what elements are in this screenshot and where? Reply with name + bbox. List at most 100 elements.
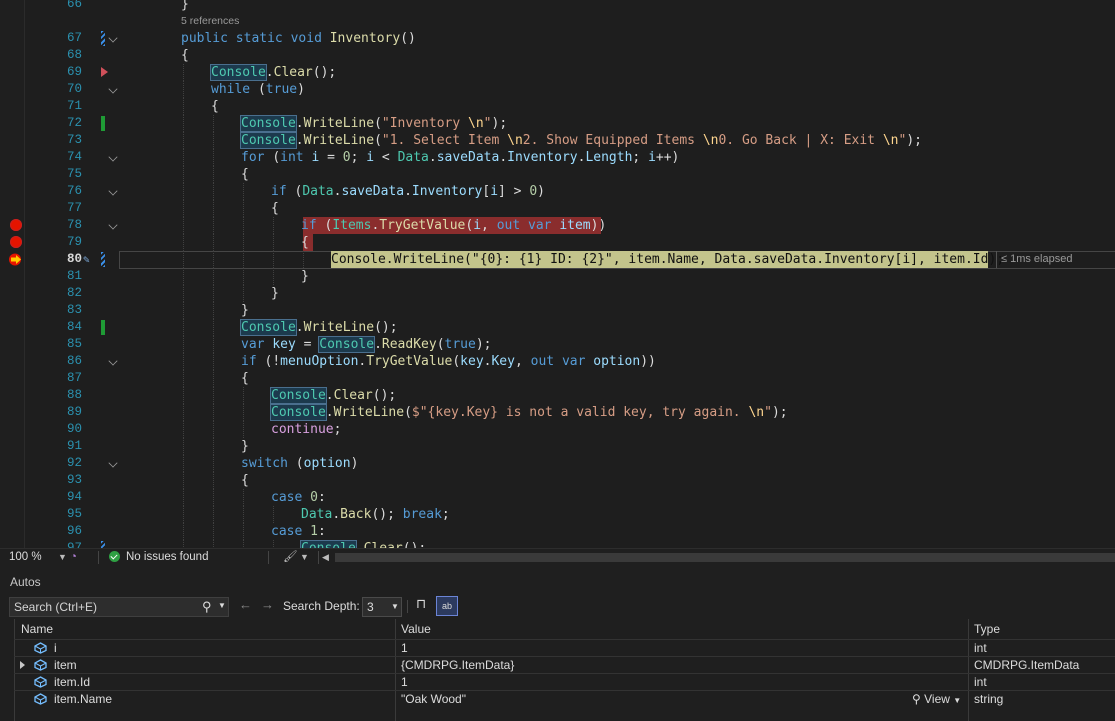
code-text[interactable]: { xyxy=(301,234,309,251)
pin-icon[interactable]: ⊓ xyxy=(416,596,426,612)
code-line[interactable]: 81} xyxy=(0,268,1115,285)
column-header-value[interactable]: Value xyxy=(401,619,431,639)
fold-chevron-icon[interactable] xyxy=(108,84,118,94)
code-editor[interactable]: 66} 5 references 67 public static void Inve… xyxy=(0,0,1115,548)
code-line[interactable]: 79 { xyxy=(0,234,1115,251)
code-text[interactable]: continue; xyxy=(271,421,341,438)
code-text[interactable]: } xyxy=(241,302,249,319)
issues-status[interactable]: No issues found xyxy=(126,549,208,565)
autos-cell-value[interactable]: "Oak Wood" xyxy=(401,691,466,708)
code-text[interactable]: Console.Clear(); xyxy=(210,64,336,81)
code-line[interactable]: 66} xyxy=(0,0,1115,13)
code-line[interactable]: 91} xyxy=(0,438,1115,455)
code-line[interactable]: 76 if (Data.saveData.Inventory[i] > 0) xyxy=(0,183,1115,200)
code-line[interactable]: 84 Console.WriteLine(); xyxy=(0,319,1115,336)
code-text[interactable]: Console.WriteLine("1. Select Item \n2. S… xyxy=(240,132,922,149)
code-text[interactable]: switch (option) xyxy=(241,455,358,472)
zoom-level[interactable]: 100 % xyxy=(9,549,42,565)
code-text[interactable]: } xyxy=(301,268,309,285)
search-options-dropdown-icon[interactable]: ▼ xyxy=(218,601,226,610)
code-text[interactable]: Console.Clear(); xyxy=(300,540,426,548)
code-text[interactable]: for (int i = 0; i < Data.saveData.Invent… xyxy=(241,149,679,166)
horizontal-scrollbar[interactable] xyxy=(335,553,1115,562)
zoom-dropdown-icon[interactable]: ▼ xyxy=(58,549,67,565)
autos-row[interactable]: item {CMDRPG.ItemData} CMDRPG.ItemData xyxy=(14,656,1115,674)
visualizer-view-button[interactable]: ⚲ View ▼ xyxy=(912,691,961,708)
codelens-references[interactable]: 5 references xyxy=(181,13,239,30)
code-line[interactable]: 97 Console.Clear(); xyxy=(0,540,1115,548)
code-text[interactable]: } xyxy=(271,285,279,302)
code-line[interactable]: ✎ 80 Console.WriteLine("{0}: {1} ID: {2}",… xyxy=(0,251,1115,269)
breakpoint-icon[interactable] xyxy=(10,236,22,248)
code-line[interactable]: 69 Console.Clear(); xyxy=(0,64,1115,81)
code-line[interactable]: 72 Console.WriteLine("Inventory \n"); xyxy=(0,115,1115,132)
autos-search-input[interactable] xyxy=(14,598,194,616)
code-text[interactable]: public static void Inventory() xyxy=(181,30,416,47)
search-depth-select[interactable]: 3 ▼ xyxy=(362,597,402,617)
autos-cell-value[interactable]: 1 xyxy=(401,640,408,657)
cleanup-dropdown-icon[interactable]: ▼ xyxy=(300,549,309,565)
scroll-left-icon[interactable]: ◀ xyxy=(322,549,329,565)
edit-and-continue-icon[interactable]: ✎ xyxy=(83,253,97,266)
column-header-name[interactable]: Name xyxy=(21,619,53,639)
code-line[interactable]: 70 while (true) xyxy=(0,81,1115,98)
code-text[interactable]: { xyxy=(241,166,249,183)
code-line[interactable]: 94 case 0: xyxy=(0,489,1115,506)
code-text[interactable]: Console.WriteLine($"{key.Key} is not a v… xyxy=(270,404,788,421)
autos-cell-value[interactable]: 1 xyxy=(401,674,408,691)
fold-chevron-icon[interactable] xyxy=(108,152,118,162)
autos-cell-value[interactable]: {CMDRPG.ItemData} xyxy=(401,657,514,674)
code-line[interactable]: 71 { xyxy=(0,98,1115,115)
code-line[interactable]: 87 { xyxy=(0,370,1115,387)
code-line[interactable]: 86 if (!menuOption.TryGetValue(key.Key, o… xyxy=(0,353,1115,370)
code-line[interactable]: 83} xyxy=(0,302,1115,319)
hex-display-toggle[interactable]: ab xyxy=(436,596,458,616)
code-text[interactable]: var key = Console.ReadKey(true); xyxy=(241,336,492,353)
code-line[interactable]: 95 Data.Back(); break; xyxy=(0,506,1115,523)
fold-chevron-icon[interactable] xyxy=(108,220,118,230)
instruction-pointer-icon[interactable] xyxy=(9,253,23,266)
autos-search-box[interactable]: ⚲ ▼ xyxy=(9,597,229,617)
code-text[interactable]: { xyxy=(271,200,279,217)
code-text[interactable]: if (Data.saveData.Inventory[i] > 0) xyxy=(271,183,545,200)
code-line[interactable]: 92 switch (option) xyxy=(0,455,1115,472)
autos-row[interactable]: item.Name "Oak Wood" ⚲ View ▼ string xyxy=(14,690,1115,708)
fold-chevron-icon[interactable] xyxy=(108,356,118,366)
code-text[interactable]: } xyxy=(181,0,189,13)
code-line[interactable]: 78 if (Items.TryGetValue(i, out var item)… xyxy=(0,217,1115,234)
code-line[interactable]: 89 Console.WriteLine($"{key.Key} is not a… xyxy=(0,404,1115,421)
code-line[interactable]: 96 case 1: xyxy=(0,523,1115,540)
code-line[interactable]: 73 Console.WriteLine("1. Select Item \n2.… xyxy=(0,132,1115,149)
autos-row[interactable]: item.Id 1 int xyxy=(14,673,1115,691)
expand-arrow-icon[interactable] xyxy=(20,661,25,669)
code-text[interactable]: if (!menuOption.TryGetValue(key.Key, out… xyxy=(241,353,656,370)
code-line[interactable]: 67 public static void Inventory() xyxy=(0,30,1115,47)
code-line[interactable]: 74 for (int i = 0; i < Data.saveData.Inve… xyxy=(0,149,1115,166)
search-icon[interactable]: ⚲ xyxy=(202,599,212,615)
copilot-icon[interactable]: ◔ xyxy=(70,549,77,565)
fold-chevron-icon[interactable] xyxy=(108,458,118,468)
code-text[interactable]: Console.Clear(); xyxy=(270,387,396,404)
column-header-type[interactable]: Type xyxy=(974,619,1000,639)
code-line[interactable]: 68 { xyxy=(0,47,1115,64)
code-line[interactable]: 75 { xyxy=(0,166,1115,183)
code-text[interactable]: case 0: xyxy=(271,489,326,506)
code-text[interactable]: { xyxy=(211,98,219,115)
code-text[interactable]: } xyxy=(241,438,249,455)
code-line[interactable]: 85 var key = Console.ReadKey(true); xyxy=(0,336,1115,353)
code-cleanup-icon[interactable]: 🖌 xyxy=(283,549,298,565)
code-text[interactable]: Console.WriteLine(); xyxy=(240,319,398,336)
code-text[interactable]: Console.WriteLine("Inventory \n"); xyxy=(240,115,507,132)
code-line[interactable]: 93 { xyxy=(0,472,1115,489)
code-text[interactable]: { xyxy=(241,472,249,489)
code-line[interactable]: 88 Console.Clear(); xyxy=(0,387,1115,404)
code-text[interactable]: if (Items.TryGetValue(i, out var item)) xyxy=(301,217,606,234)
fold-chevron-icon[interactable] xyxy=(108,33,118,43)
code-text[interactable]: { xyxy=(181,47,189,64)
breakpoint-icon[interactable] xyxy=(10,219,22,231)
autos-row[interactable]: i 1 int xyxy=(14,639,1115,657)
code-text[interactable]: case 1: xyxy=(271,523,326,540)
code-line[interactable]: 77 { xyxy=(0,200,1115,217)
fold-chevron-icon[interactable] xyxy=(108,186,118,196)
code-line[interactable]: 90 continue; xyxy=(0,421,1115,438)
